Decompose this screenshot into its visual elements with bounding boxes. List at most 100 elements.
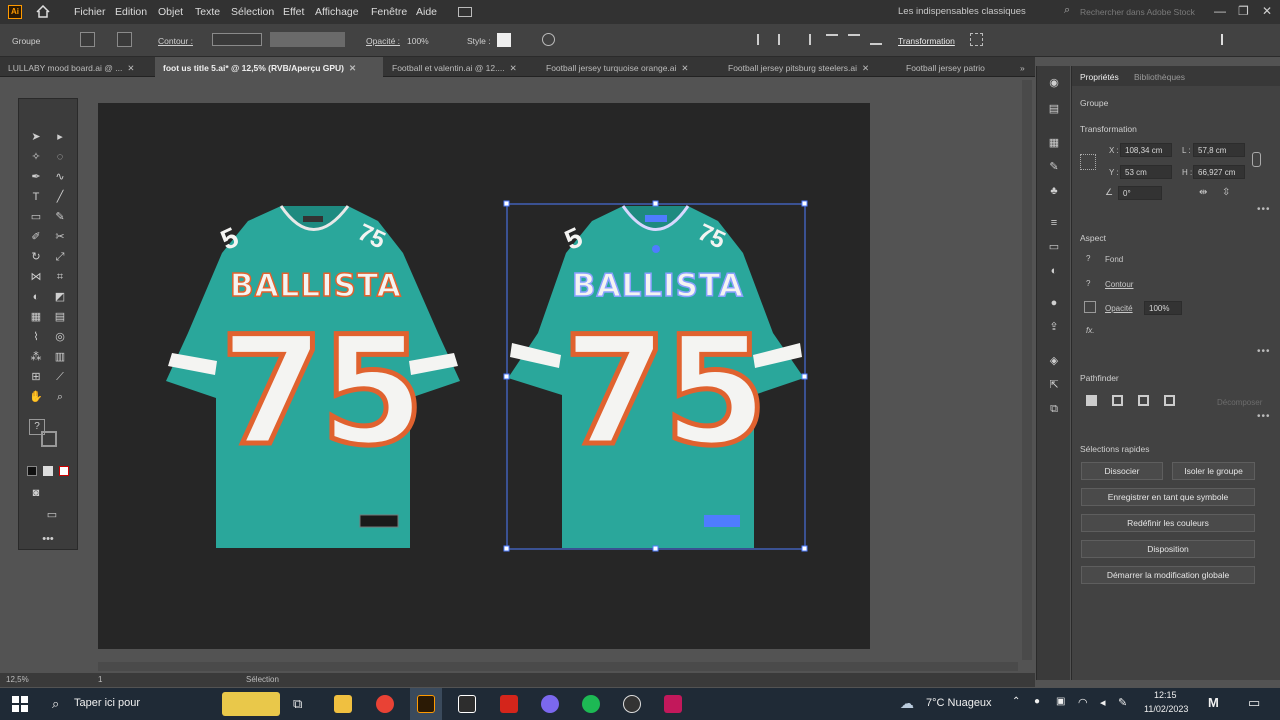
x-field[interactable]: 108,34 cm bbox=[1120, 143, 1172, 157]
width-field[interactable]: 57,8 cm bbox=[1193, 143, 1245, 157]
angle-field[interactable]: 0° bbox=[1118, 186, 1162, 200]
gradient-panel-icon[interactable]: ▭ bbox=[1047, 240, 1061, 254]
close-icon[interactable]: ✕ bbox=[1262, 4, 1272, 18]
shaper-tool-icon[interactable]: ✐ bbox=[27, 229, 45, 245]
hand-tool-icon[interactable]: ✋ bbox=[27, 389, 45, 405]
tab-football-valentin[interactable]: Football et valentin.ai @ 12.... ✕ bbox=[392, 57, 517, 77]
appearance-panel-icon[interactable]: ◉ bbox=[1047, 76, 1061, 90]
stroke-color-icon[interactable] bbox=[41, 431, 57, 447]
fx-button[interactable]: fx. bbox=[1086, 326, 1094, 335]
layers-panel-icon[interactable]: ◈ bbox=[1047, 354, 1061, 368]
menu-aide[interactable]: Aide bbox=[416, 6, 437, 18]
close-tab-icon[interactable]: ✕ bbox=[510, 63, 517, 73]
illustrator-app-icon[interactable]: Ai bbox=[8, 5, 22, 19]
menu-fenetre[interactable]: Fenêtre bbox=[371, 6, 407, 18]
wifi-icon[interactable]: ◠ bbox=[1078, 696, 1088, 709]
flip-vertical-icon[interactable]: ⇳ bbox=[1222, 187, 1230, 198]
pen-tool-icon[interactable]: ✒ bbox=[27, 169, 45, 185]
taskbar-search-icon[interactable]: ⌕ bbox=[52, 696, 59, 712]
graph-tool-icon[interactable]: ▥ bbox=[51, 349, 69, 365]
gradient-tool-icon[interactable]: ▤ bbox=[51, 309, 69, 325]
flip-horizontal-icon[interactable]: ⇹ bbox=[1199, 187, 1207, 198]
opacity-field[interactable]: 100% bbox=[1144, 301, 1182, 315]
pathfinder-unite-icon[interactable] bbox=[1086, 395, 1097, 406]
lasso-tool-icon[interactable]: ◌ bbox=[51, 149, 69, 165]
brushes-panel-icon[interactable]: ✎ bbox=[1047, 160, 1061, 174]
type-tool-icon[interactable]: T bbox=[27, 189, 45, 205]
screen-mode-icon[interactable]: ▭ bbox=[43, 507, 61, 523]
tabs-overflow-icon[interactable]: » bbox=[1020, 57, 1025, 77]
volume-icon[interactable]: ◂ bbox=[1100, 696, 1106, 709]
close-tab-icon[interactable]: ✕ bbox=[127, 63, 134, 73]
align-left-icon[interactable] bbox=[757, 34, 769, 45]
artboards-panel-icon[interactable]: ⧉ bbox=[1047, 402, 1061, 416]
panel-menu-icon[interactable] bbox=[1221, 34, 1233, 45]
clock-app-icon[interactable] bbox=[623, 695, 641, 713]
tray-app-icon[interactable]: ▣ bbox=[1056, 696, 1065, 707]
messenger-icon[interactable] bbox=[541, 695, 559, 713]
clock-date[interactable]: 11/02/2023 bbox=[1144, 704, 1188, 714]
menu-texte[interactable]: Texte bbox=[195, 6, 220, 18]
task-view-icon[interactable]: ⧉ bbox=[293, 696, 302, 712]
tab-properties[interactable]: Propriétés bbox=[1080, 72, 1119, 82]
stroke-label[interactable]: Contour bbox=[1105, 280, 1133, 289]
more-options-icon[interactable]: ••• bbox=[1257, 411, 1271, 422]
menu-objet[interactable]: Objet bbox=[158, 6, 183, 18]
menu-effet[interactable]: Effet bbox=[283, 6, 304, 18]
acrobat-icon[interactable] bbox=[500, 695, 518, 713]
libraries-panel-icon[interactable]: ▤ bbox=[1047, 102, 1061, 116]
symbols-panel-icon[interactable]: ♣ bbox=[1047, 184, 1061, 198]
eyedropper-tool-icon[interactable]: ⌇ bbox=[27, 329, 45, 345]
clock-time[interactable]: 12:15 bbox=[1154, 690, 1177, 700]
arrange-documents-icon[interactable] bbox=[458, 7, 472, 17]
windows-start-icon[interactable] bbox=[12, 696, 28, 712]
draw-normal-icon[interactable]: ◙ bbox=[27, 485, 45, 501]
minimize-icon[interactable]: — bbox=[1214, 4, 1226, 18]
artboard[interactable]: BALLISTA 75 5 75 BALLISTA 75 5 75 bbox=[98, 103, 870, 649]
expand-button[interactable]: Décomposer bbox=[1217, 398, 1262, 407]
stroke-label[interactable]: Contour : bbox=[158, 36, 193, 46]
close-tab-icon[interactable]: ✕ bbox=[681, 63, 688, 73]
home-icon[interactable] bbox=[36, 4, 50, 18]
stroke-unknown-icon[interactable]: ? bbox=[1086, 279, 1090, 288]
color-panel-icon[interactable]: ▦ bbox=[1047, 136, 1061, 150]
zoom-level[interactable]: 12,5% bbox=[6, 675, 29, 684]
ungroup-button[interactable]: Dissocier bbox=[1081, 462, 1163, 480]
start-global-edit-button[interactable]: Démarrer la modification globale bbox=[1081, 566, 1255, 584]
width-tool-icon[interactable]: ⋈ bbox=[27, 269, 45, 285]
none-mode-icon[interactable] bbox=[59, 466, 69, 476]
taskbar-search-input[interactable]: Taper ici pour bbox=[74, 697, 140, 709]
reference-point-icon[interactable] bbox=[1080, 154, 1096, 170]
export-panel-icon[interactable]: ⇪ bbox=[1047, 320, 1061, 334]
line-tool-icon[interactable]: ╱ bbox=[51, 189, 69, 205]
graphic-style-swatch[interactable] bbox=[497, 33, 511, 47]
artboard-number[interactable]: 1 bbox=[98, 675, 102, 684]
tray-expand-icon[interactable]: ⌃ bbox=[1012, 696, 1020, 707]
symbol-sprayer-tool-icon[interactable]: ⁂ bbox=[27, 349, 45, 365]
winrar-icon[interactable] bbox=[664, 695, 682, 713]
vertical-scrollbar[interactable] bbox=[1022, 80, 1032, 660]
arrange-button[interactable]: Disposition bbox=[1081, 540, 1255, 558]
tab-foot-us-title[interactable]: foot us title 5.ai* @ 12,5% (RVB/Aperçu … bbox=[155, 57, 383, 77]
close-tab-icon[interactable]: ✕ bbox=[349, 63, 356, 73]
tab-jersey-patrio[interactable]: Football jersey patrio bbox=[906, 57, 985, 77]
scale-tool-icon[interactable]: ⤢ bbox=[51, 249, 69, 265]
stroke-swatch[interactable] bbox=[117, 32, 132, 47]
align-middle-icon[interactable] bbox=[848, 34, 860, 45]
recolor-icon[interactable] bbox=[542, 33, 555, 46]
menu-fichier[interactable]: Fichier bbox=[74, 6, 106, 18]
horizontal-scrollbar[interactable] bbox=[98, 662, 1018, 671]
transform-link[interactable]: Transformation bbox=[898, 36, 955, 46]
zoom-tool-icon[interactable]: ⌕ bbox=[51, 389, 69, 405]
photos-icon[interactable] bbox=[458, 695, 476, 713]
stock-search-input[interactable]: ⌕ Rechercher dans Adobe Stock bbox=[1062, 4, 1200, 20]
more-options-icon[interactable]: ••• bbox=[1257, 346, 1271, 357]
spotify-icon[interactable] bbox=[582, 695, 600, 713]
isolate-icon[interactable] bbox=[970, 33, 983, 46]
pathfinder-intersect-icon[interactable] bbox=[1138, 395, 1149, 406]
asset-export-icon[interactable]: ⇱ bbox=[1047, 378, 1061, 392]
close-tab-icon[interactable]: ✕ bbox=[862, 63, 869, 73]
blend-tool-icon[interactable]: ◎ bbox=[51, 329, 69, 345]
perspective-grid-tool-icon[interactable]: ◩ bbox=[51, 289, 69, 305]
tab-libraries[interactable]: Bibliothèques bbox=[1134, 72, 1185, 82]
